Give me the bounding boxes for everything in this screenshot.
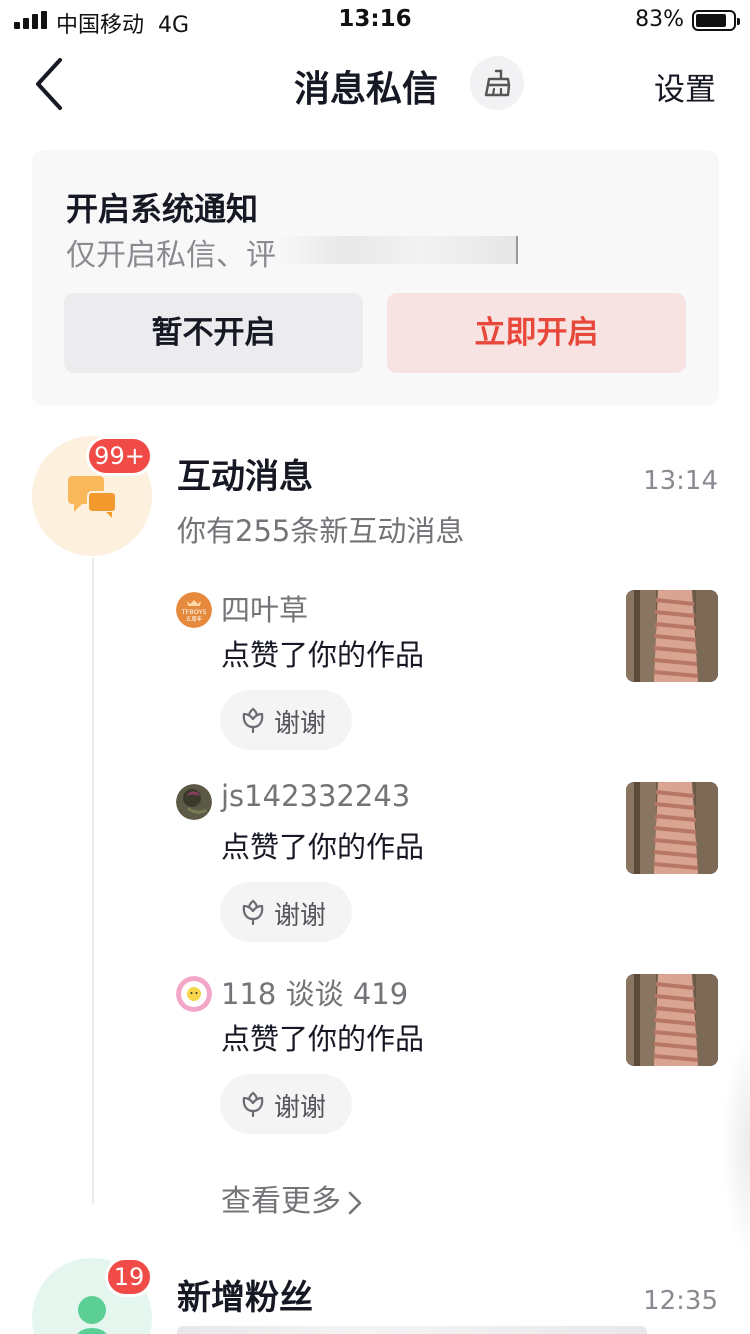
notification-prompt-description: 仅开启私信、评: [66, 238, 276, 273]
new-followers-subtitle: [177, 1326, 697, 1334]
action-text: 点赞了你的作品: [221, 638, 425, 672]
flower-icon: [242, 707, 264, 733]
page-title: 消息私信: [294, 69, 439, 110]
action-text: 点赞了你的作品: [221, 830, 425, 864]
settings-button[interactable]: 设置: [654, 64, 716, 109]
list-item[interactable]: TFBOYS 五周年 四叶草 点赞了你的作品 谢谢: [0, 590, 750, 772]
redacted-text: [276, 236, 518, 264]
new-followers-title[interactable]: 新增粉丝: [177, 1270, 313, 1319]
thanks-button[interactable]: 谢谢: [220, 690, 352, 750]
interaction-messages-subtitle: 你有255条新互动消息: [177, 514, 465, 548]
notification-prompt-card: 开启系统通知 仅开启私信、评 暂不开启 立即开启: [32, 150, 719, 406]
messages-screen: 中国移动 4G 13:16 83% 消息私信 设置 开启系统通知 仅开启私信、评…: [0, 0, 750, 1334]
user-name[interactable]: 四叶草: [221, 587, 308, 629]
chevron-right-icon: [348, 1191, 362, 1214]
battery-percent: 83%: [635, 7, 684, 32]
unread-badge: 99+: [86, 436, 153, 476]
thanks-label: 谢谢: [274, 901, 327, 931]
see-more-label: 查看更多: [221, 1184, 341, 1219]
flower-icon: [242, 1091, 264, 1117]
notification-prompt-title: 开启系统通知: [66, 190, 259, 228]
thanks-label: 谢谢: [274, 1093, 327, 1123]
avatar-logo-text: TFBOYS: [181, 608, 207, 616]
status-bar: 中国移动 4G 13:16 83%: [0, 0, 750, 40]
user-name[interactable]: 118 谈谈 419: [221, 971, 408, 1013]
chat-bubbles-icon: [68, 476, 117, 518]
see-more-link[interactable]: 查看更多: [221, 1176, 363, 1220]
svg-text:五周年: 五周年: [186, 615, 203, 623]
clean-button[interactable]: [470, 56, 524, 110]
back-button[interactable]: [26, 54, 76, 114]
enable-now-button[interactable]: 立即开启: [387, 293, 686, 373]
thanks-button[interactable]: 谢谢: [220, 882, 352, 942]
edge-shadow: [722, 1030, 750, 1260]
battery-icon: [692, 10, 740, 31]
avatar[interactable]: [176, 976, 212, 1012]
video-thumbnail[interactable]: [626, 782, 718, 874]
new-followers-time: 12:35: [643, 1286, 718, 1316]
video-thumbnail[interactable]: [626, 590, 718, 682]
video-thumbnail[interactable]: [626, 974, 718, 1066]
nav-bar: 消息私信 设置: [0, 40, 750, 130]
not-now-button[interactable]: 暂不开启: [64, 293, 363, 373]
interaction-messages-title[interactable]: 互动消息: [177, 449, 313, 498]
chevron-left-icon: [36, 58, 62, 110]
broom-icon: [484, 69, 511, 97]
thanks-button[interactable]: 谢谢: [220, 1074, 352, 1134]
user-name[interactable]: js142332243: [221, 779, 410, 813]
flower-icon: [242, 899, 264, 925]
action-text: 点赞了你的作品: [221, 1022, 425, 1056]
avatar[interactable]: TFBOYS 五周年: [176, 592, 212, 628]
avatar[interactable]: [176, 784, 212, 820]
new-followers-badge: 19: [105, 1257, 153, 1297]
interaction-messages-time: 13:14: [643, 466, 718, 496]
list-item[interactable]: 118 谈谈 419 点赞了你的作品 谢谢: [0, 974, 750, 1156]
thanks-label: 谢谢: [274, 709, 327, 739]
list-item[interactable]: js142332243 点赞了你的作品 谢谢: [0, 779, 750, 964]
